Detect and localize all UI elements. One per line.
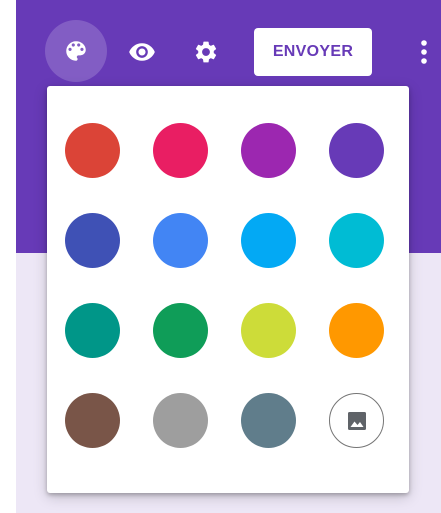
color-swatch[interactable]: [241, 393, 296, 448]
color-swatch[interactable]: [329, 213, 384, 268]
color-swatch[interactable]: [329, 123, 384, 178]
color-swatch[interactable]: [153, 213, 208, 268]
eye-icon: [129, 43, 155, 61]
more-options-button[interactable]: [412, 30, 436, 74]
color-swatch[interactable]: [65, 303, 120, 358]
color-swatch[interactable]: [329, 303, 384, 358]
preview-button[interactable]: [122, 32, 162, 72]
send-button[interactable]: ENVOYER: [254, 28, 372, 76]
palette-icon: [66, 41, 86, 61]
more-vert-icon: [421, 40, 427, 64]
custom-image-button[interactable]: [329, 393, 384, 448]
image-icon: [347, 411, 366, 430]
color-swatch[interactable]: [153, 393, 208, 448]
color-swatch[interactable]: [241, 213, 296, 268]
settings-button[interactable]: [186, 32, 226, 72]
form-editor-page: ENVOYER: [0, 0, 441, 513]
color-swatch[interactable]: [153, 123, 208, 178]
color-swatch[interactable]: [153, 303, 208, 358]
palette-button[interactable]: [45, 20, 107, 82]
theme-color-popup: [47, 86, 409, 493]
gear-icon: [195, 41, 217, 63]
color-swatch[interactable]: [65, 213, 120, 268]
color-swatch[interactable]: [241, 303, 296, 358]
color-swatch[interactable]: [65, 393, 120, 448]
color-swatch[interactable]: [65, 123, 120, 178]
color-swatch[interactable]: [241, 123, 296, 178]
color-swatch-grid: [65, 123, 384, 448]
